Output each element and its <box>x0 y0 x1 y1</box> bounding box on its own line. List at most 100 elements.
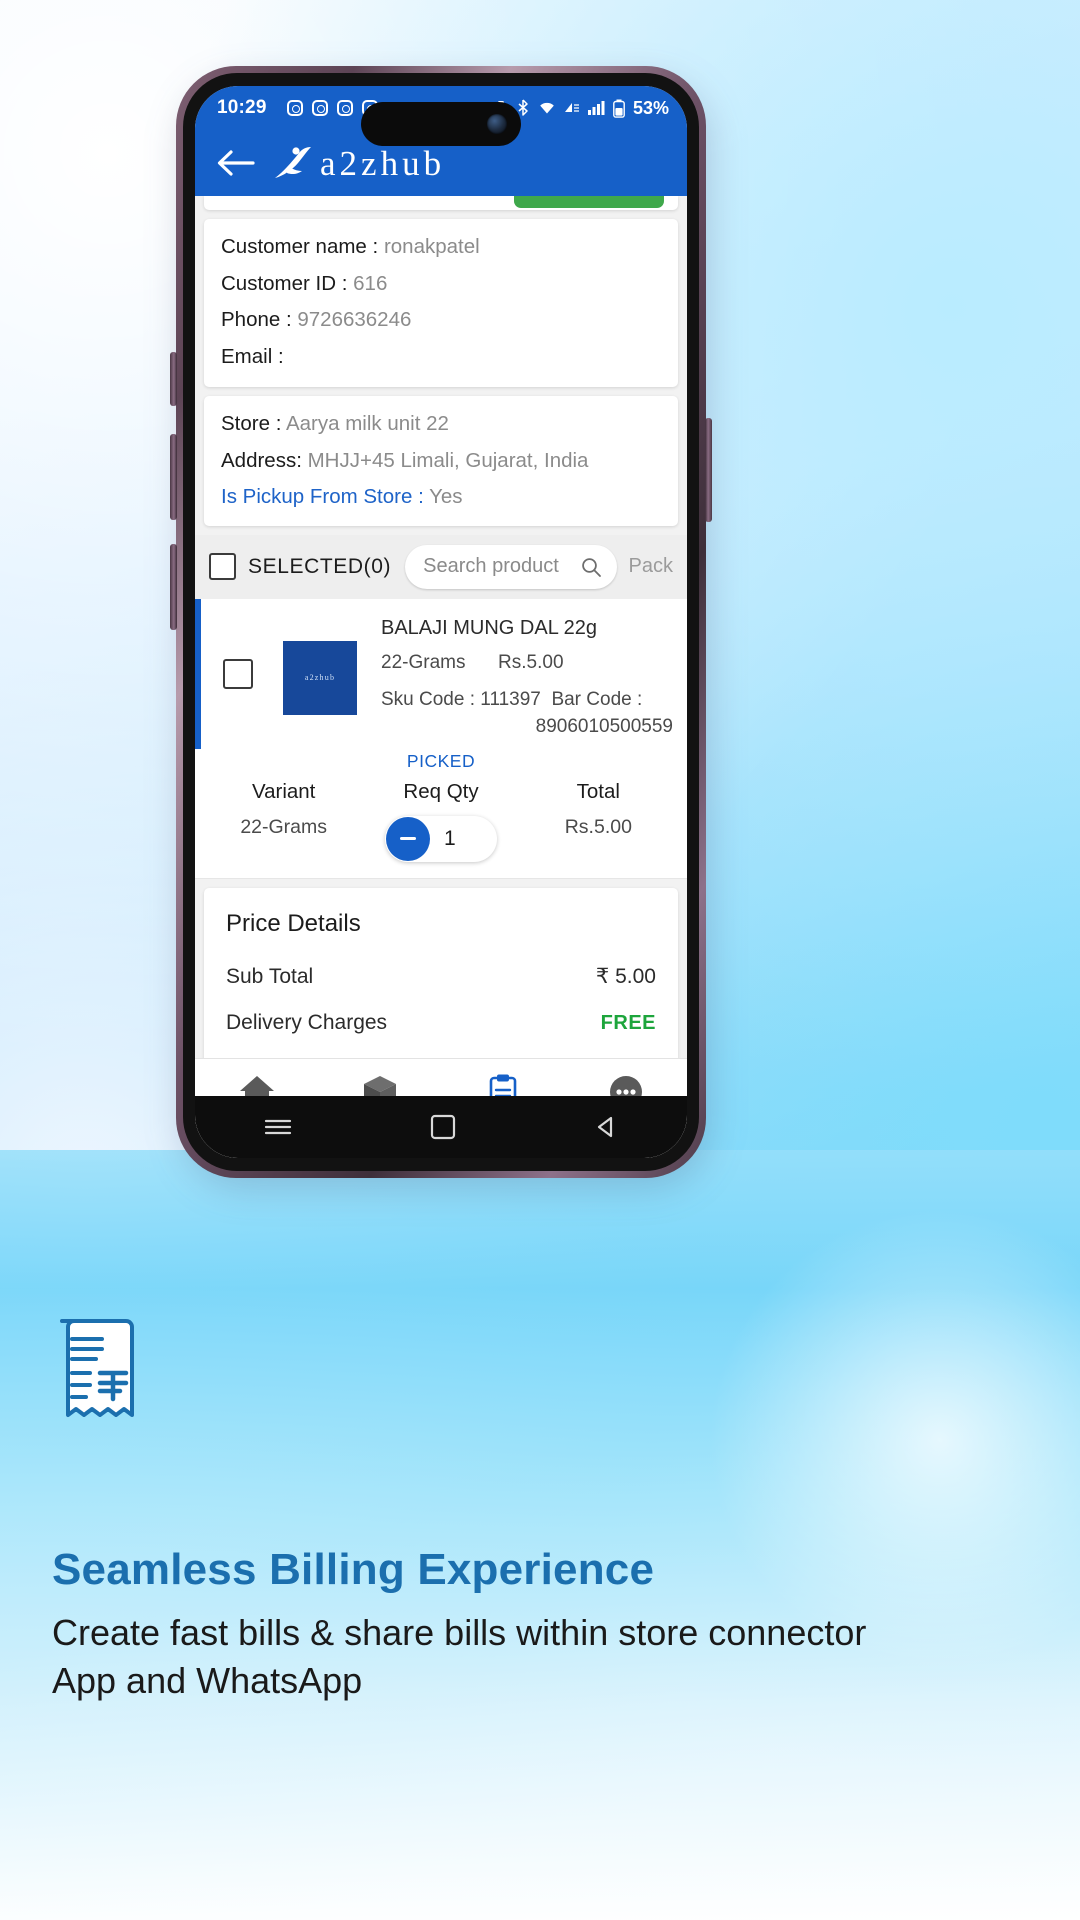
select-all-checkbox[interactable] <box>209 553 236 580</box>
product-select-checkbox[interactable] <box>223 658 253 689</box>
camera-island <box>361 102 521 146</box>
instagram-icon <box>336 100 353 116</box>
phone-screen: 10:29 53% a2zhub Customer name: ronakpa… <box>195 86 687 1158</box>
product-barcode-label: Bar Code : <box>551 688 643 710</box>
back-arrow-icon[interactable] <box>215 146 257 180</box>
pack-button[interactable]: Pack <box>629 555 673 578</box>
customer-name-value: ronakpatel <box>383 235 480 258</box>
customer-id-label: Customer ID : <box>221 271 348 295</box>
store-pickup-label: Is Pickup From Store : <box>221 485 424 508</box>
variant-value: 22-Grams <box>240 815 327 838</box>
price-details-title: Price Details <box>226 909 361 937</box>
phone-button-left-3 <box>170 544 177 630</box>
customer-phone-label: Phone : <box>221 308 292 331</box>
instagram-icon <box>311 100 328 116</box>
product-size: 22-Grams <box>381 651 466 673</box>
customer-id-value: 616 <box>353 271 388 295</box>
phone-frame: 10:29 53% a2zhub Customer name: ronakpa… <box>170 66 712 1178</box>
brand-name: a2zhub <box>320 143 446 183</box>
price-row: Sub Total ₹ 5.00 <box>226 964 656 989</box>
phone-button-right <box>705 418 712 522</box>
product-row-card: a2zhub BALAJI MUNG DAL 22g 22-Grams Rs.5… <box>195 598 687 879</box>
phone-button-left-1 <box>170 352 177 406</box>
store-address-label: Address: <box>221 448 302 472</box>
customer-email-row: Email : <box>221 345 661 370</box>
variant-header: Variant <box>251 779 316 803</box>
product-sku-label: Sku Code : <box>381 688 475 710</box>
search-input[interactable]: Search product <box>423 555 578 578</box>
product-total-col: Total Rs.5.00 <box>520 780 677 862</box>
store-name-row: Store : Aarya milk unit 22 <box>221 412 661 437</box>
price-row-value: FREE <box>600 1011 656 1034</box>
selected-count-label: SELECTED(0) <box>248 554 392 578</box>
product-title: BALAJI MUNG DAL 22g <box>381 616 598 639</box>
instagram-icon <box>286 100 303 116</box>
home-button-icon[interactable] <box>430 1114 456 1140</box>
customer-name-row: Customer name : ronakpatel <box>221 235 661 260</box>
promo-body: Create fast bills & share bills within s… <box>52 1612 867 1701</box>
store-label: Store : <box>221 412 282 435</box>
store-info-card: Store : Aarya milk unit 22 Address: MHJJ… <box>204 396 678 526</box>
product-qty-col: Req Qty 1 <box>362 780 519 862</box>
battery-icon <box>613 99 625 118</box>
a2zhub-logo-icon <box>275 147 311 178</box>
customer-email-label: Email : <box>221 344 284 368</box>
battery-percent: 53% <box>632 97 669 118</box>
qty-value: 1 <box>443 826 456 850</box>
customer-name-label: Customer name : <box>221 235 379 258</box>
product-accent-bar <box>195 598 201 749</box>
order-detail-scroll[interactable]: Customer name : ronakpatel Customer ID :… <box>195 196 687 1058</box>
brand-logo: a2zhub <box>269 142 445 184</box>
store-pickup-value: Yes <box>429 485 463 508</box>
customer-id-row: Customer ID : 616 <box>221 272 661 297</box>
phone-body: 10:29 53% a2zhub Customer name: ronakpa… <box>183 73 699 1171</box>
product-codes: Sku Code : 111397 Bar Code : 89060105005… <box>381 686 673 741</box>
total-value: Rs.5.00 <box>564 815 632 838</box>
status-time: 10:29 <box>217 97 267 118</box>
promo-heading: Seamless Billing Experience <box>52 1545 655 1594</box>
previous-card-edge <box>204 196 678 210</box>
product-subline: 22-Grams Rs.5.00 <box>381 652 673 674</box>
front-camera-lens <box>487 114 507 134</box>
search-icon[interactable] <box>579 555 603 579</box>
product-toolbar: SELECTED(0) Search product Pack <box>195 534 687 599</box>
product-thumbnail-label: a2zhub <box>304 673 336 682</box>
status-bar: 10:29 53% <box>195 86 687 146</box>
wifi-icon <box>540 102 554 114</box>
promo-block: Seamless Billing Experience Create fast … <box>52 1319 1032 1704</box>
price-row-value: ₹ 0.00 <box>596 1057 656 1059</box>
store-address-row: Address: MHJJ+45 Limali, Gujarat, India <box>221 449 661 474</box>
store-value: Aarya milk unit 22 <box>285 412 449 435</box>
quantity-stepper[interactable]: 1 <box>384 815 497 862</box>
price-row-label: Delivery Charges <box>226 1010 388 1034</box>
search-product-box[interactable]: Search product <box>405 544 617 589</box>
price-row-value: ₹ 5.00 <box>595 964 656 988</box>
mobile-data-icon <box>564 103 579 112</box>
req-qty-header: Req Qty <box>403 779 479 803</box>
price-details-card: Price Details Sub Total ₹ 5.00 Delivery … <box>204 887 678 1059</box>
bill-receipt-icon <box>60 1319 134 1417</box>
status-badge <box>514 196 664 208</box>
product-barcode-value: 8906010500559 <box>535 716 673 738</box>
decrement-qty-button[interactable] <box>385 816 430 861</box>
signal-icon <box>587 101 605 115</box>
price-row-label: Sub Total <box>226 964 314 988</box>
product-sku-value: 111397 <box>480 688 541 710</box>
phone-mockup: 10:29 53% a2zhub Customer name: ronakpa… <box>170 66 714 1188</box>
store-address-value: MHJJ+45 Limali, Gujarat, India <box>307 448 589 472</box>
total-header: Total <box>576 779 620 803</box>
customer-info-card: Customer name : ronakpatel Customer ID :… <box>204 219 678 387</box>
product-price: Rs.5.00 <box>498 651 564 673</box>
store-pickup-row: Is Pickup From Store : Yes <box>221 485 661 510</box>
product-picked-status: PICKED <box>406 750 476 771</box>
customer-phone-value: 9726636246 <box>297 308 412 331</box>
back-button-icon[interactable] <box>593 1115 619 1139</box>
price-row: Handling Charges ₹ 0.00 <box>226 1057 656 1059</box>
android-system-navbar <box>195 1096 687 1158</box>
product-thumbnail: a2zhub <box>283 640 357 715</box>
price-row: Delivery Charges FREE <box>226 1011 656 1035</box>
customer-phone-row: Phone : 9726636246 <box>221 308 661 333</box>
product-variant-col: Variant 22-Grams <box>205 780 362 862</box>
phone-button-left-2 <box>170 434 177 520</box>
recents-icon[interactable] <box>263 1116 293 1138</box>
